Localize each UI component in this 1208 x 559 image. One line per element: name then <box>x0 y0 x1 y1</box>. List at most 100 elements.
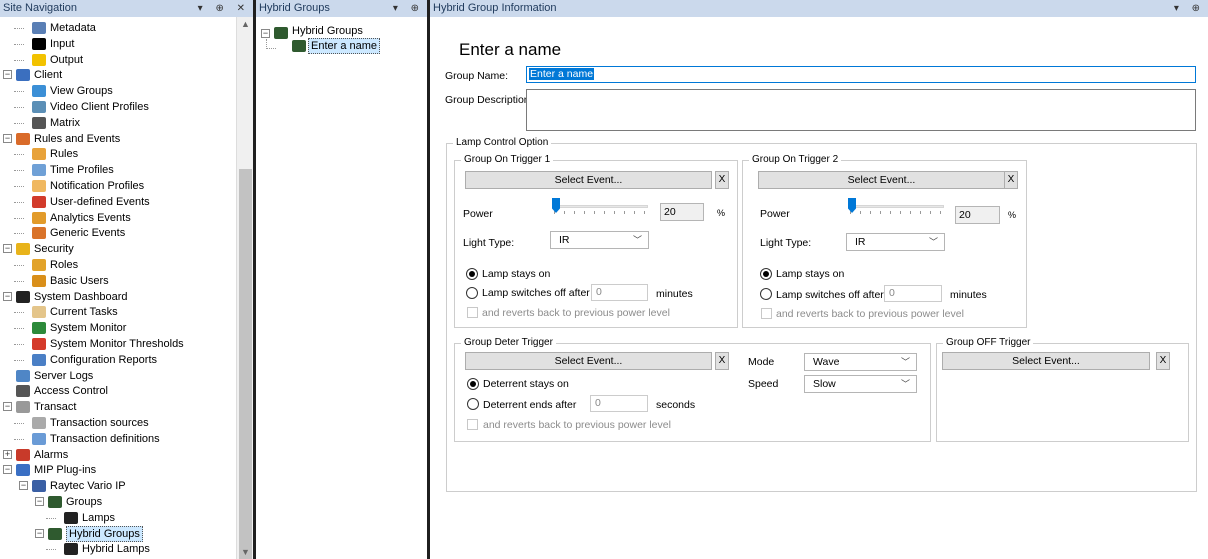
tree-item-user-defined-events[interactable]: User-defined Events <box>0 194 230 210</box>
trigger-2-clear-button[interactable]: X <box>1004 171 1018 189</box>
tree-item-configuration-reports[interactable]: Configuration Reports <box>0 352 230 368</box>
tree-item-client[interactable]: − Client <box>0 67 230 83</box>
off-clear-button[interactable]: X <box>1156 352 1170 370</box>
tree-item-alarms[interactable]: + Alarms <box>0 447 230 463</box>
tree-item-system-monitor[interactable]: System Monitor <box>0 320 230 336</box>
deter-ends-after-radio[interactable] <box>467 398 479 410</box>
tree-item-access-control[interactable]: Access Control <box>0 383 230 399</box>
collapse-toggle-icon[interactable]: − <box>3 402 12 412</box>
trigger-1-percent-label: % <box>717 208 726 218</box>
tree-item-input[interactable]: Input <box>0 36 230 52</box>
tree-item-server-logs[interactable]: Server Logs <box>0 368 230 384</box>
tree-item-label: System Monitor <box>50 322 127 335</box>
hybrid-group-info-title: Hybrid Group Information <box>433 2 557 14</box>
tree-item-output[interactable]: Output <box>0 52 230 68</box>
off-select-event-button[interactable]: Select Event... <box>942 352 1150 370</box>
collapse-toggle-icon[interactable]: − <box>35 528 44 538</box>
tree-item-basic-users[interactable]: Basic Users <box>0 273 230 289</box>
scroll-up-arrow-icon[interactable]: ▲ <box>237 19 254 29</box>
deter-speed-label: Speed <box>748 378 779 390</box>
trigger-1-reverts-checkbox[interactable] <box>467 307 478 318</box>
scroll-down-arrow-icon[interactable]: ▼ <box>237 547 254 557</box>
tree-item-raytec-vario-ip[interactable]: − Raytec Vario IP <box>0 478 230 494</box>
deter-mode-select[interactable]: Wave ﹀ <box>804 353 917 371</box>
tree-item-current-tasks[interactable]: Current Tasks <box>0 304 230 320</box>
pane-toolbar-icons[interactable]: ▾ ⊕ <box>393 0 424 17</box>
collapse-toggle-icon[interactable]: − <box>3 291 12 301</box>
deter-clear-button[interactable]: X <box>715 352 729 370</box>
tree-item-time-profiles[interactable]: Time Profiles <box>0 162 230 178</box>
trigger-1-light-type-select[interactable]: IR ﹀ <box>550 231 649 249</box>
trigger-2-power-slider[interactable] <box>848 205 944 208</box>
collapse-toggle-icon[interactable]: − <box>35 497 44 506</box>
pane-toolbar-icons[interactable]: ▾ ⊕ <box>1174 0 1205 17</box>
trigger-2-reverts-label: and reverts back to previous power level <box>776 308 964 320</box>
deter-select-event-button[interactable]: Select Event... <box>465 352 712 370</box>
system-monitor-icon <box>32 322 46 335</box>
group-description-input[interactable] <box>526 89 1196 131</box>
trigger-1-minutes-input[interactable]: 0 <box>591 284 648 301</box>
tree-root-label[interactable]: Hybrid Groups <box>292 25 363 37</box>
trigger-1-minutes-label: minutes <box>656 288 693 300</box>
tree-item-label: Generic Events <box>50 227 126 240</box>
trigger-1-stays-on-radio[interactable] <box>466 268 478 280</box>
tree-item-roles[interactable]: Roles <box>0 257 230 273</box>
trigger-1-select-event-button[interactable]: Select Event... <box>465 171 712 189</box>
site-navigation-scrollbar[interactable]: ▲ ▼ <box>236 17 253 559</box>
tree-item-system-dashboard[interactable]: − System Dashboard <box>0 289 230 305</box>
trigger-2-minutes-input[interactable]: 0 <box>884 285 942 302</box>
expand-toggle-icon[interactable]: + <box>3 449 12 459</box>
hybrid-groups-title: Hybrid Groups <box>259 2 330 14</box>
tree-item-lamps[interactable]: Lamps <box>0 510 230 526</box>
input-icon <box>32 37 46 50</box>
deter-speed-select[interactable]: Slow ﹀ <box>804 375 917 393</box>
trigger-2-reverts-checkbox[interactable] <box>761 308 772 319</box>
site-navigation-title: Site Navigation <box>3 2 77 14</box>
tree-item-rules[interactable]: Rules <box>0 146 230 162</box>
tree-item-mip-plug-ins[interactable]: − MIP Plug-ins <box>0 462 230 478</box>
tree-item-label: Hybrid Groups <box>66 525 143 542</box>
trigger-1-clear-button[interactable]: X <box>715 171 729 189</box>
tree-item-metadata[interactable]: Metadata <box>0 20 230 36</box>
tree-item-transaction-definitions[interactable]: Transaction definitions <box>0 431 230 447</box>
rules-events-icon <box>16 132 30 145</box>
tree-item-video-client-profiles[interactable]: Video Client Profiles <box>0 99 230 115</box>
deter-reverts-checkbox[interactable] <box>467 419 478 430</box>
trigger-2-light-type-select[interactable]: IR ﹀ <box>846 233 945 251</box>
collapse-toggle-icon[interactable]: − <box>19 481 28 491</box>
pane-toolbar-icons[interactable]: ▾ ⊕ ✕ <box>198 0 250 17</box>
collapse-toggle-icon[interactable]: − <box>261 29 270 38</box>
trigger-1-power-slider[interactable] <box>552 205 648 208</box>
tree-item-transaction-sources[interactable]: Transaction sources <box>0 415 230 431</box>
deter-stays-on-radio[interactable] <box>467 378 479 390</box>
tree-item-rules-and-events[interactable]: − Rules and Events <box>0 131 230 147</box>
trigger-2-select-event-button[interactable]: Select Event... <box>758 171 1005 189</box>
tree-item-hybrid-lamps[interactable]: Hybrid Lamps <box>0 541 230 557</box>
tree-item-hybrid-groups[interactable]: − Hybrid Groups <box>0 525 230 542</box>
trigger-1-switches-off-radio[interactable] <box>466 287 478 299</box>
tree-item-analytics-events[interactable]: Analytics Events <box>0 210 230 226</box>
collapse-toggle-icon[interactable]: − <box>3 70 12 80</box>
tree-item-system-monitor-thresholds[interactable]: System Monitor Thresholds <box>0 336 230 352</box>
tree-item-security[interactable]: − Security <box>0 241 230 257</box>
collapse-toggle-icon[interactable]: − <box>3 465 12 475</box>
tree-item-groups[interactable]: − Groups <box>0 494 230 510</box>
tree-item-enter-a-name[interactable]: Enter a name <box>308 38 381 54</box>
trigger-2-percent-label: % <box>1008 210 1017 220</box>
trigger-2-switches-off-radio[interactable] <box>760 288 772 300</box>
scrollbar-thumb[interactable] <box>239 169 252 559</box>
server-logs-icon <box>16 369 30 382</box>
trigger-2-power-value[interactable]: 20 <box>955 206 1000 224</box>
tree-item-notification-profiles[interactable]: Notification Profiles <box>0 178 230 194</box>
trigger-2-stays-on-radio[interactable] <box>760 268 772 280</box>
tree-item-generic-events[interactable]: Generic Events <box>0 225 230 241</box>
group-name-input[interactable]: Enter a name <box>526 66 1196 83</box>
collapse-toggle-icon[interactable]: − <box>3 244 12 254</box>
trigger-1-power-value[interactable]: 20 <box>660 203 704 221</box>
tree-item-view-groups[interactable]: View Groups <box>0 83 230 99</box>
tree-item-matrix[interactable]: Matrix <box>0 115 230 131</box>
collapse-toggle-icon[interactable]: − <box>3 133 12 143</box>
slider-ticks <box>554 211 648 214</box>
tree-item-transact[interactable]: − Transact <box>0 399 230 415</box>
deter-seconds-input[interactable]: 0 <box>590 395 648 412</box>
